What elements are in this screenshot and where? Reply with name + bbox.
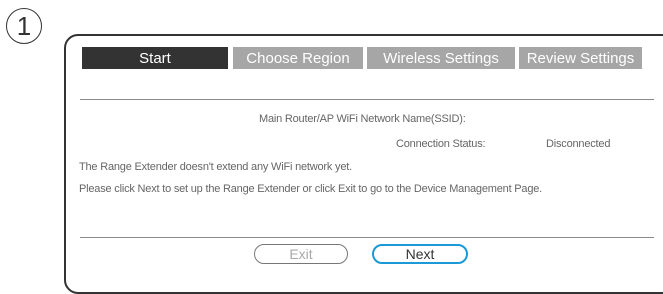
exit-button[interactable]: Exit <box>254 244 348 264</box>
status-message: The Range Extender doesn't extend any Wi… <box>79 161 352 173</box>
instruction-message: Please click Next to set up the Range Ex… <box>79 183 543 195</box>
tab-wireless-settings[interactable]: Wireless Settings <box>367 47 515 69</box>
next-button[interactable]: Next <box>372 244 468 264</box>
tab-choose-region[interactable]: Choose Region <box>233 47 363 69</box>
connection-status-label: Connection Status: <box>396 138 486 150</box>
step-number: 1 <box>16 11 32 41</box>
bottom-divider <box>80 237 654 238</box>
tab-review-settings[interactable]: Review Settings <box>519 47 642 69</box>
ssid-label: Main Router/AP WiFi Network Name(SSID): <box>259 113 466 125</box>
tab-start[interactable]: Start <box>82 47 228 69</box>
connection-status-value: Disconnected <box>546 138 611 150</box>
top-divider <box>80 99 654 100</box>
step-number-badge: 1 <box>6 8 42 44</box>
